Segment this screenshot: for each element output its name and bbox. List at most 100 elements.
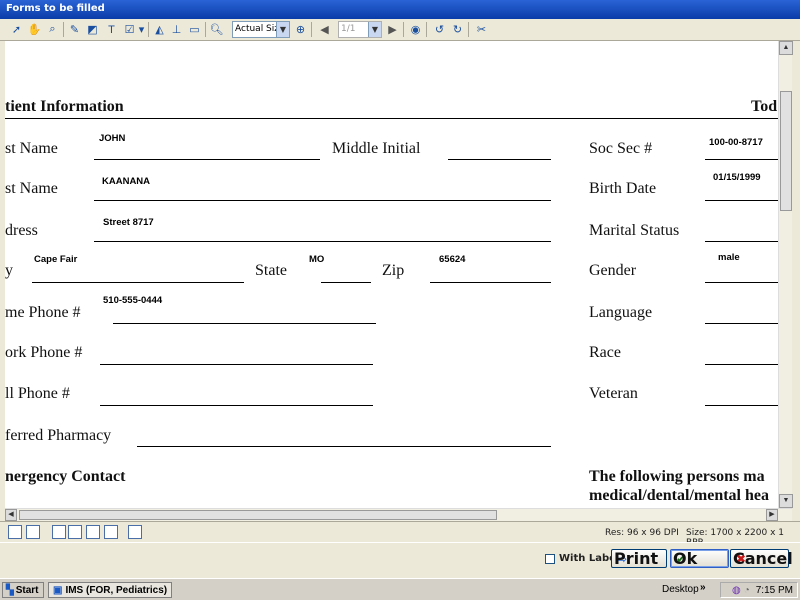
window-title: Forms to be filled xyxy=(6,3,105,14)
ok-button[interactable]: ✔ Ok xyxy=(670,549,729,568)
first-name-label: st Name xyxy=(5,140,58,157)
rotate-right-icon[interactable]: ↻ xyxy=(449,21,466,38)
veteran-label: Veteran xyxy=(589,385,638,402)
horizontal-scroll-thumb[interactable] xyxy=(19,510,497,520)
print-button[interactable]: ⇨ Print xyxy=(611,549,667,568)
home-phone-value[interactable]: 510-555-0444 xyxy=(103,295,162,306)
race-label: Race xyxy=(589,344,621,361)
copy-icon[interactable] xyxy=(128,525,142,539)
scroll-down-icon[interactable]: ▼ xyxy=(779,494,793,508)
status-bar: Res: 96 x 96 DPI Size: 1700 x 2200 x 1 B… xyxy=(0,521,800,548)
next-page-icon[interactable]: ▶ xyxy=(384,21,401,38)
zoom-select[interactable]: Actual Size ▼ xyxy=(232,21,290,38)
birth-date-value[interactable]: 01/15/1999 xyxy=(713,172,761,183)
pointer-icon[interactable]: ➚ xyxy=(8,21,25,38)
horizontal-scrollbar[interactable]: ◀ ▶ xyxy=(5,508,792,521)
vertical-scrollbar[interactable]: ▲ ▼ xyxy=(778,41,793,508)
last-name-value[interactable]: KAANANA xyxy=(102,176,150,187)
zoom-area-icon[interactable]: ⌕ xyxy=(44,21,61,38)
best-fit-icon[interactable] xyxy=(104,525,118,539)
stamp-icon[interactable]: ⊥ xyxy=(168,21,185,38)
eye-icon[interactable]: ◉ xyxy=(407,21,424,38)
toolbar-separator xyxy=(148,22,149,37)
chevron-down-icon[interactable]: ▼ xyxy=(368,22,381,37)
scroll-up-icon[interactable]: ▲ xyxy=(779,41,793,55)
address-label: dress xyxy=(5,222,38,239)
section-rule xyxy=(5,118,778,119)
city-label: y xyxy=(5,262,13,279)
gender-field[interactable] xyxy=(705,282,778,283)
scroll-left-icon[interactable]: ◀ xyxy=(5,509,17,521)
persons-heading-line1: The following persons ma xyxy=(589,468,765,485)
fit-page-icon[interactable] xyxy=(68,525,82,539)
toolbar-separator xyxy=(468,22,469,37)
dropdown-icon[interactable]: ▾ xyxy=(137,21,146,38)
cancel-button-label: Cancel xyxy=(733,549,793,568)
page-select[interactable]: 1/1 ▼ xyxy=(338,21,382,38)
first-name-value[interactable]: JOHN xyxy=(99,133,125,144)
zip-field[interactable] xyxy=(430,282,551,283)
chevron-right-icon[interactable]: » xyxy=(700,582,706,593)
thumbnail-view-icon[interactable] xyxy=(8,525,22,539)
state-field[interactable] xyxy=(321,282,371,283)
rotate-left-icon[interactable]: ↺ xyxy=(431,21,448,38)
field-icon[interactable]: ▭ xyxy=(186,21,203,38)
checkmark-icon[interactable]: ☑ xyxy=(121,21,138,38)
fit-height-icon[interactable] xyxy=(86,525,100,539)
taskbar: ▚ Start ▣ IMS (FOR, Pediatrics) Desktop … xyxy=(0,578,800,600)
address-value[interactable]: Street 8717 xyxy=(103,217,154,228)
windows-logo-icon: ▚ xyxy=(6,584,14,596)
birth-date-field[interactable] xyxy=(705,200,778,201)
form-page: tient Information Tod st Name JOHN Middl… xyxy=(5,41,778,508)
gender-value[interactable]: male xyxy=(718,252,740,263)
state-value[interactable]: MO xyxy=(309,254,324,265)
race-field[interactable] xyxy=(705,364,778,365)
chevron-down-icon[interactable]: ▼ xyxy=(276,22,289,37)
scissors-icon[interactable]: ✂ xyxy=(473,21,490,38)
toolbar-separator xyxy=(403,22,404,37)
ssn-value[interactable]: 100-00-8717 xyxy=(709,137,763,148)
vertical-scroll-thumb[interactable] xyxy=(780,91,792,211)
marital-status-field[interactable] xyxy=(705,241,778,242)
pharmacy-label: ferred Pharmacy xyxy=(5,427,112,444)
veteran-field[interactable] xyxy=(705,405,778,406)
tray-app-icon[interactable]: ◍ xyxy=(732,585,741,596)
highlight-icon[interactable]: ◭ xyxy=(151,21,168,38)
first-name-field[interactable] xyxy=(94,159,320,160)
zip-value[interactable]: 65624 xyxy=(439,254,465,265)
clock[interactable]: 7:15 PM xyxy=(756,585,793,596)
scroll-right-icon[interactable]: ▶ xyxy=(766,509,778,521)
cell-phone-field[interactable] xyxy=(100,405,373,406)
start-button[interactable]: ▚ Start xyxy=(2,582,44,598)
middle-initial-field[interactable] xyxy=(448,159,551,160)
page-view-icon[interactable] xyxy=(26,525,40,539)
ok-button-label: Ok xyxy=(673,549,698,568)
home-phone-field[interactable] xyxy=(113,323,376,324)
language-field[interactable] xyxy=(705,323,778,324)
pharmacy-field[interactable] xyxy=(137,446,551,447)
address-field[interactable] xyxy=(94,241,551,242)
tray-volume-icon[interactable]: ◔ xyxy=(744,585,750,596)
action-bar: With Label ⇨ Print ✔ Ok ✖ Cancel xyxy=(0,542,800,574)
zoom-icon[interactable]: 🔍︎ xyxy=(208,21,225,38)
toolbar-separator xyxy=(426,22,427,37)
eraser-icon[interactable]: ◩ xyxy=(84,21,101,38)
with-label-checkbox[interactable] xyxy=(545,554,555,564)
text-icon[interactable]: T xyxy=(103,21,120,38)
document-viewport[interactable]: tient Information Tod st Name JOHN Middl… xyxy=(5,41,778,508)
pen-icon[interactable]: ✎ xyxy=(66,21,83,38)
app-window: Forms to be filled ➚ ✋ ⌕ ✎ ◩ T ☑ ▾ ◭ ⊥ ▭… xyxy=(0,0,800,578)
city-field[interactable] xyxy=(32,282,244,283)
zoom-in-icon[interactable]: ⊕ xyxy=(292,21,309,38)
city-value[interactable]: Cape Fair xyxy=(34,254,77,265)
work-phone-field[interactable] xyxy=(100,364,373,365)
emergency-contact-heading: nergency Contact xyxy=(5,468,126,485)
fit-width-icon[interactable] xyxy=(52,525,66,539)
ssn-field[interactable] xyxy=(705,159,778,160)
hand-icon[interactable]: ✋ xyxy=(26,21,43,38)
prev-page-icon[interactable]: ◀ xyxy=(316,21,333,38)
taskbar-app-button[interactable]: ▣ IMS (FOR, Pediatrics) xyxy=(48,582,172,598)
cancel-button[interactable]: ✖ Cancel xyxy=(730,549,793,568)
last-name-field[interactable] xyxy=(94,200,551,201)
desktop-toolbar-label[interactable]: Desktop xyxy=(662,584,699,595)
